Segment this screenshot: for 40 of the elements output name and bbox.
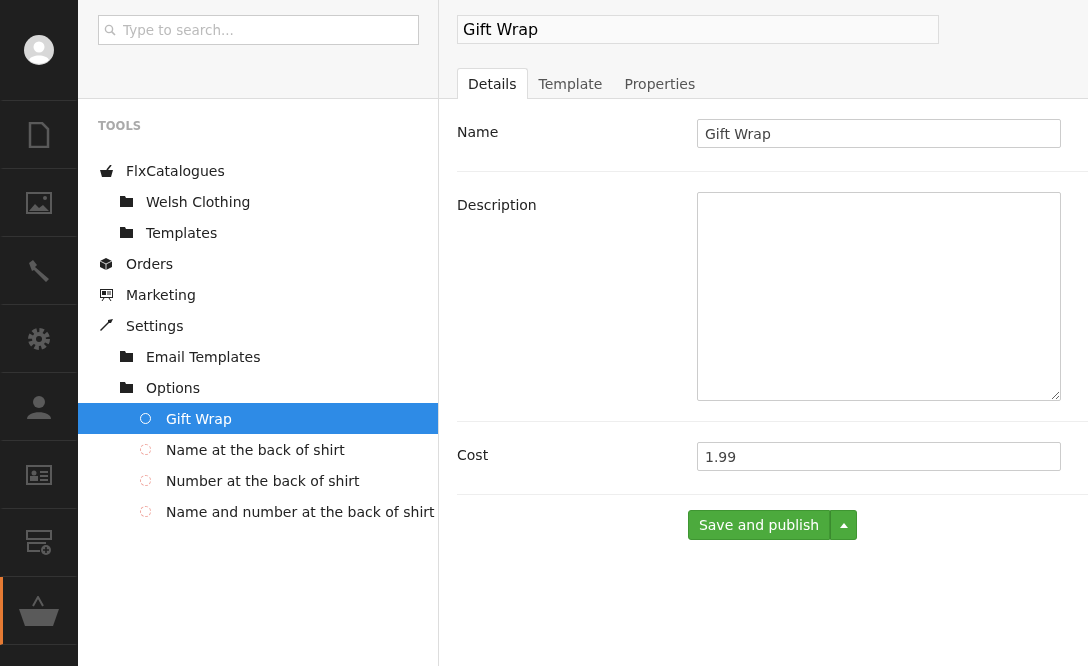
dropdown-button[interactable] — [830, 510, 858, 540]
field-label: Cost — [457, 446, 490, 465]
add-form-icon — [26, 529, 52, 556]
document-icon — [28, 121, 50, 148]
image-icon — [26, 191, 52, 214]
tree-item[interactable]: Number at the back of shirt — [78, 465, 438, 496]
basket-icon — [19, 595, 59, 626]
tree-item[interactable]: Settings — [78, 310, 438, 341]
tree-item[interactable]: FlxCatalogues — [78, 155, 438, 186]
caret-icon — [839, 522, 848, 528]
presentation-icon — [99, 288, 113, 301]
tab[interactable]: Template — [527, 68, 614, 98]
search-field[interactable]: Type to search... — [98, 15, 419, 45]
folder-icon — [119, 351, 133, 362]
input-field[interactable]: Gift Wrap — [697, 119, 1061, 148]
tree-item[interactable]: Marketing — [78, 279, 438, 310]
tree-item[interactable]: Name and number at the back of shirt — [78, 496, 438, 527]
field-label: Name — [457, 123, 500, 142]
tab[interactable]: Details — [457, 68, 528, 99]
tree-item[interactable]: Options — [78, 372, 438, 403]
field-label: Description — [457, 196, 538, 215]
avatar-icon — [24, 35, 54, 65]
section-heading: TOOLS — [97, 119, 142, 135]
title-field[interactable]: Gift Wrap — [457, 15, 939, 44]
person-icon — [26, 393, 52, 420]
folder-icon — [119, 196, 133, 207]
folder-icon — [119, 227, 133, 238]
tree-item[interactable]: Name at the back of shirt — [78, 434, 438, 465]
gear-icon — [26, 325, 52, 352]
tree-item[interactable]: Templates — [78, 217, 438, 248]
tab[interactable]: Properties — [613, 68, 707, 98]
tree-item[interactable]: Gift Wrap — [78, 403, 438, 434]
cube-icon — [100, 257, 112, 270]
nav-item[interactable] — [0, 577, 78, 645]
tree-item[interactable]: Orders — [78, 248, 438, 279]
folder-icon — [119, 382, 133, 393]
tree-item[interactable]: Email Templates — [78, 341, 438, 372]
tree-item[interactable]: Welsh Clothing — [78, 186, 438, 217]
id-card-icon — [26, 464, 52, 485]
input-field[interactable]: 1.99 — [697, 442, 1061, 471]
